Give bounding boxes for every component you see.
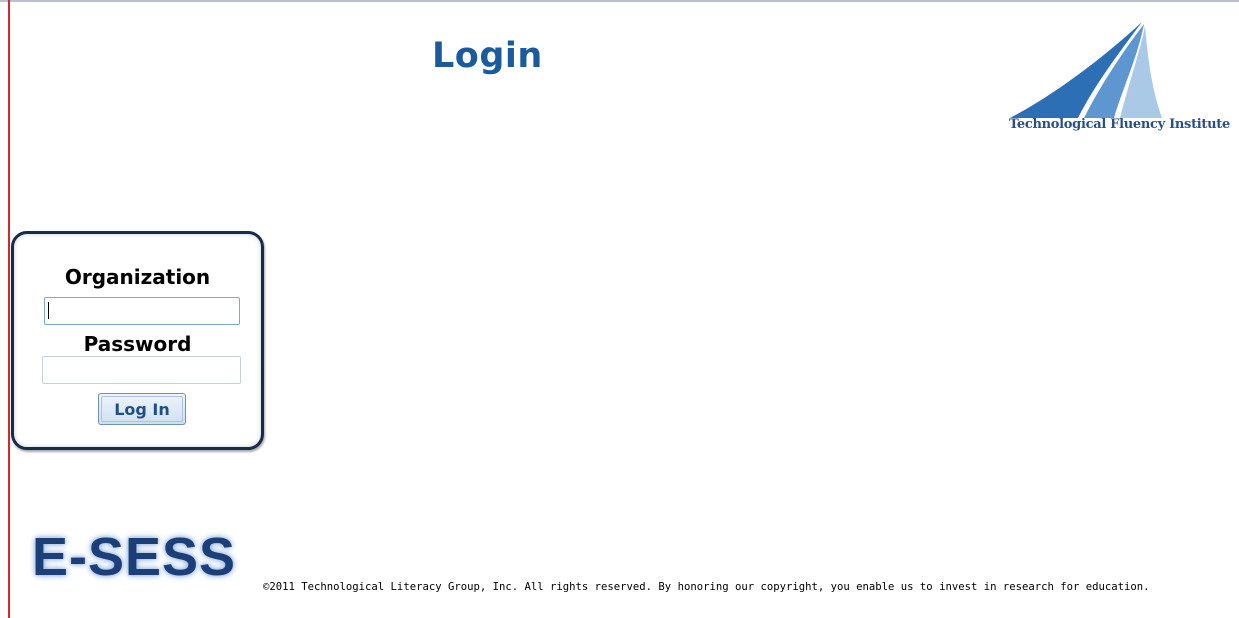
left-margin-rule bbox=[8, 0, 10, 618]
logo-sail-icon bbox=[1010, 22, 1162, 118]
brand-logo: E-SESS bbox=[32, 527, 237, 587]
login-button[interactable]: Log In bbox=[98, 393, 186, 425]
page-title: Login bbox=[432, 36, 543, 76]
organization-label: Organization bbox=[64, 265, 211, 289]
top-divider bbox=[0, 0, 1239, 2]
organization-input[interactable] bbox=[44, 297, 240, 325]
password-label: Password bbox=[83, 332, 192, 356]
login-button-label: Log In bbox=[114, 399, 170, 419]
copyright-notice: ©2011 Technological Literacy Group, Inc.… bbox=[263, 581, 1150, 593]
text-caret bbox=[48, 302, 49, 319]
logo-text: Technological Fluency Institute bbox=[1009, 117, 1230, 132]
login-panel: Organization Password Log In bbox=[11, 231, 264, 450]
password-input[interactable] bbox=[42, 356, 241, 384]
institute-logo: Technological Fluency Institute bbox=[1002, 20, 1239, 145]
